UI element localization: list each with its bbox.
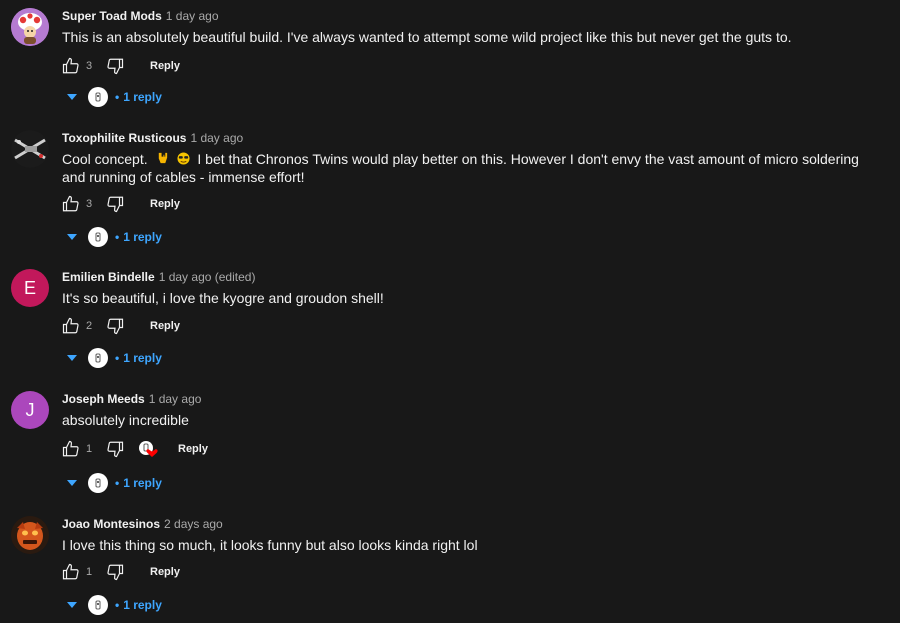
thumbs-up-icon — [62, 195, 79, 212]
toad-avatar-icon[interactable] — [11, 8, 49, 46]
thumbs-down-icon — [107, 196, 124, 213]
reply-button[interactable]: Reply — [150, 566, 180, 578]
avatar-letter: E — [23, 277, 36, 298]
comment-timestamp[interactable]: 2 days ago — [164, 517, 223, 531]
reply-button[interactable]: Reply — [178, 443, 208, 455]
user-avatar[interactable]: J — [11, 391, 49, 429]
view-replies-link[interactable]: • 1 reply — [115, 598, 162, 612]
comment-timestamp[interactable]: 1 day ago — [149, 392, 202, 406]
like-count: 1 — [86, 443, 93, 455]
thumbs-down-icon — [107, 564, 124, 581]
creator-avatar — [88, 87, 108, 107]
heart-icon — [139, 441, 158, 457]
comment-text: I love this thing so much, it looks funn… — [62, 537, 478, 553]
caret-down-icon[interactable] — [66, 232, 78, 242]
creator-avatar — [88, 348, 108, 368]
comments-section: Super Toad Mods 1 day ago This is an abso… — [0, 0, 900, 623]
like-button[interactable] — [62, 563, 80, 581]
avatar-letter: J — [25, 399, 35, 420]
dislike-button[interactable] — [106, 317, 124, 335]
replies-label: 1 reply — [123, 598, 162, 612]
comment-text: Cool concept. I bet that Chronos Twins w… — [62, 151, 859, 185]
orange-face-avatar-icon[interactable] — [11, 516, 49, 554]
view-replies-link[interactable]: • 1 reply — [115, 230, 162, 244]
creator-avatar — [88, 473, 108, 493]
reply-button[interactable]: Reply — [150, 320, 180, 332]
comment-timestamp[interactable]: 1 day ago — [190, 131, 243, 145]
comment-timestamp[interactable]: 1 day ago — [166, 9, 219, 23]
like-count: 3 — [86, 198, 93, 210]
like-button[interactable] — [62, 57, 80, 75]
like-count: 3 — [86, 60, 93, 72]
view-replies-link[interactable]: • 1 reply — [115, 351, 162, 365]
replies-label: 1 reply — [123, 230, 162, 244]
thumbs-up-icon — [62, 317, 79, 334]
comment-author[interactable]: Toxophilite Rusticous — [62, 131, 186, 145]
reply-button[interactable]: Reply — [150, 198, 180, 210]
thumbs-up-icon — [62, 440, 79, 457]
dislike-button[interactable] — [106, 440, 124, 458]
replies-label: 1 reply — [123, 90, 162, 104]
comment-text: This is an absolutely beautiful build. I… — [62, 29, 792, 45]
comment-text: It's so beautiful, i love the kyogre and… — [62, 290, 384, 306]
reply-button[interactable]: Reply — [150, 60, 180, 72]
thumbs-up-icon — [62, 563, 79, 580]
comment-text: absolutely incredible — [62, 412, 189, 428]
dislike-button[interactable] — [106, 563, 124, 581]
creator-heart-badge[interactable] — [138, 440, 158, 458]
thumbs-down-icon — [107, 441, 124, 458]
like-button[interactable] — [62, 317, 80, 335]
comment-timestamp[interactable]: 1 day ago (edited) — [159, 270, 256, 284]
caret-down-icon[interactable] — [66, 600, 78, 610]
user-avatar[interactable]: E — [11, 269, 49, 307]
view-replies-link[interactable]: • 1 reply — [115, 90, 162, 104]
like-button[interactable] — [62, 440, 80, 458]
thumbs-down-icon — [107, 58, 124, 75]
like-button[interactable] — [62, 195, 80, 213]
view-replies-link[interactable]: • 1 reply — [115, 476, 162, 490]
comment-author[interactable]: Emilien Bindelle — [62, 270, 155, 284]
creator-avatar — [88, 595, 108, 615]
dislike-button[interactable] — [106, 57, 124, 75]
like-count: 1 — [86, 566, 93, 578]
replies-label: 1 reply — [123, 351, 162, 365]
caret-down-icon[interactable] — [66, 92, 78, 102]
comment-author[interactable]: Joao Montesinos — [62, 517, 160, 531]
thumbs-up-icon — [62, 57, 79, 74]
creator-avatar — [88, 227, 108, 247]
xwing-avatar-icon[interactable] — [11, 130, 49, 168]
caret-down-icon[interactable] — [66, 478, 78, 488]
thumbs-down-icon — [107, 318, 124, 335]
sunglasses-emoji-icon — [176, 152, 190, 165]
comment-author[interactable]: Joseph Meeds — [62, 392, 145, 406]
metal-horns-emoji-icon — [158, 152, 167, 164]
comment-author[interactable]: Super Toad Mods — [62, 9, 162, 23]
replies-label: 1 reply — [123, 476, 162, 490]
like-count: 2 — [86, 320, 93, 332]
dislike-button[interactable] — [106, 195, 124, 213]
caret-down-icon[interactable] — [66, 353, 78, 363]
